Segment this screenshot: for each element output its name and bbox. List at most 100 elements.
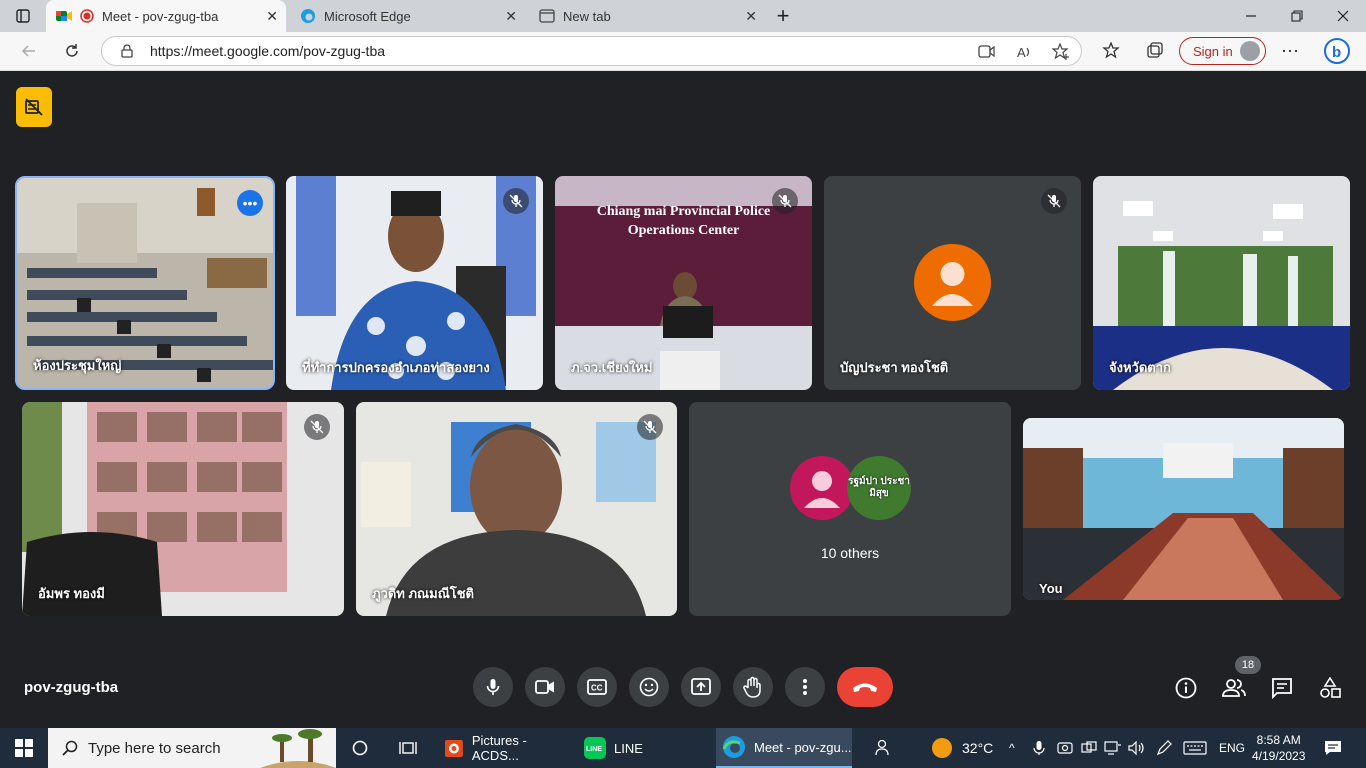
volume-tray-icon[interactable]	[1128, 728, 1146, 768]
tab-title: Meet - pov-zgug-tba	[102, 8, 219, 24]
start-button[interactable]	[0, 728, 48, 768]
participant-name: บัญประชา ทองโชติ	[840, 360, 949, 375]
edge-icon	[722, 736, 745, 758]
participant-tile-others[interactable]: รฐม์ปา ประชามิสุข 10 others	[689, 402, 1011, 616]
tab-meet[interactable]: Meet - pov-zgug-tba ✕	[46, 0, 286, 32]
app-label: LINE	[614, 740, 643, 756]
new-tab-button[interactable]: +	[760, 0, 806, 32]
browser-toolbar: https://meet.google.com/pov-zgug-tba A S…	[0, 32, 1366, 71]
back-icon[interactable]	[18, 40, 40, 62]
tab-new-tab[interactable]: New tab ✕	[529, 0, 765, 32]
mic-button[interactable]	[473, 667, 513, 707]
add-favorite-icon[interactable]	[1052, 43, 1070, 61]
recording-indicator-icon	[25, 98, 43, 116]
minimize-icon[interactable]	[1228, 0, 1274, 32]
close-tab-icon[interactable]: ✕	[745, 8, 757, 25]
taskbar-search[interactable]: Type here to search	[48, 728, 336, 768]
participant-count-badge: 18	[1235, 656, 1261, 674]
settings-more-icon[interactable]: ⋯	[1279, 40, 1301, 62]
touch-keyboard-icon[interactable]	[1183, 728, 1207, 768]
refresh-icon[interactable]	[61, 40, 83, 62]
people-tray-icon[interactable]	[874, 728, 892, 768]
close-tab-icon[interactable]: ✕	[266, 8, 278, 25]
taskbar-app-edge-meet[interactable]: Meet - pov-zgu...	[716, 728, 852, 768]
show-hidden-icons[interactable]: ^	[1009, 728, 1015, 768]
activities-button[interactable]	[1317, 675, 1343, 701]
collections-icon[interactable]	[1144, 40, 1166, 62]
cortana-button[interactable]	[345, 728, 375, 768]
participant-tile-chiang-mai-police[interactable]: Chiang mai Provincial Police Operations …	[555, 176, 812, 390]
participant-tile-tak-province[interactable]: จังหวัดตาก	[1093, 176, 1350, 390]
task-view-button[interactable]	[393, 728, 423, 768]
clock[interactable]: 8:58 AM 4/19/2023	[1252, 728, 1305, 768]
search-placeholder: Type here to search	[88, 739, 221, 757]
camera-tray-icon[interactable]	[1057, 728, 1073, 768]
bing-chat-icon[interactable]: b	[1322, 36, 1352, 66]
participant-tile-you[interactable]: You	[1023, 418, 1344, 600]
people-button[interactable]	[1220, 675, 1248, 701]
close-tab-icon[interactable]: ✕	[505, 8, 517, 25]
address-bar[interactable]: https://meet.google.com/pov-zgug-tba A	[101, 36, 1082, 66]
tab-title: New tab	[563, 8, 611, 24]
muted-mic-icon	[772, 188, 798, 214]
svg-text:b: b	[1332, 44, 1341, 61]
svg-text:CC: CC	[591, 684, 603, 693]
captions-button[interactable]: CC	[577, 667, 617, 707]
microphone-tray-icon[interactable]	[1033, 728, 1045, 768]
emoji-button[interactable]	[629, 667, 669, 707]
present-button[interactable]	[681, 667, 721, 707]
input-language[interactable]: ENG	[1219, 728, 1245, 768]
search-icon	[62, 740, 78, 756]
pen-tray-icon[interactable]	[1156, 728, 1172, 768]
participant-tile-meeting-room[interactable]: ••• ห้องประชุมใหญ่	[15, 176, 275, 390]
raise-hand-button[interactable]	[733, 667, 773, 707]
line-app-icon: LINE	[584, 737, 606, 759]
camera-permission-icon[interactable]	[978, 45, 995, 58]
more-options-icon	[803, 679, 807, 695]
meeting-code: pov-zgug-tba	[24, 679, 119, 696]
participant-name: You	[1039, 581, 1063, 596]
emoji-icon	[639, 677, 659, 697]
favorites-icon[interactable]	[1100, 40, 1122, 62]
sign-in-button[interactable]: Sign in	[1179, 37, 1266, 65]
network-tray-icon[interactable]	[1104, 728, 1122, 768]
weather-widget[interactable]: 32°C	[932, 728, 993, 768]
meeting-info-button[interactable]	[1173, 675, 1199, 701]
tab-title: Microsoft Edge	[324, 8, 411, 24]
video-feed-you	[1023, 418, 1344, 600]
mic-icon	[486, 679, 500, 695]
restore-icon[interactable]	[1274, 0, 1320, 32]
app-label: Pictures - ACDS...	[471, 733, 527, 763]
recording-badge[interactable]	[16, 87, 52, 127]
participant-tile-phuwadit[interactable]: ภูวดิท ภณมณีโชติ	[356, 402, 677, 616]
chat-button[interactable]	[1269, 675, 1295, 701]
notifications-icon[interactable]	[1324, 728, 1342, 768]
tab-microsoft-edge[interactable]: Microsoft Edge ✕	[290, 0, 525, 32]
close-window-icon[interactable]	[1320, 0, 1366, 32]
browser-tab-strip: Meet - pov-zgug-tba ✕ Microsoft Edge ✕ N…	[0, 0, 1366, 32]
windows-logo-icon	[15, 739, 33, 757]
raise-hand-icon	[743, 676, 761, 698]
sync-tray-icon[interactable]	[1081, 728, 1097, 768]
leave-call-button[interactable]	[837, 667, 893, 707]
more-options-icon[interactable]: •••	[237, 190, 263, 216]
acdsee-icon	[444, 740, 463, 757]
participant-tile-tha-song-yang[interactable]: ที่ทำการปกครองอำเภอท่าสองยาง	[286, 176, 543, 390]
recording-icon	[80, 9, 94, 23]
svg-text:LINE: LINE	[586, 746, 602, 753]
profile-avatar-icon	[1240, 41, 1260, 61]
participant-tile-amporn[interactable]: อัมพร ทองมี	[22, 402, 344, 616]
tab-actions-icon[interactable]	[0, 0, 46, 32]
camera-button[interactable]	[525, 667, 565, 707]
taskbar-app-line[interactable]: LINE LINE	[578, 728, 714, 768]
task-view-icon	[399, 742, 417, 754]
present-icon	[691, 678, 711, 695]
edge-icon	[301, 9, 315, 23]
url-text: https://meet.google.com/pov-zgug-tba	[150, 43, 386, 59]
read-aloud-icon[interactable]: A	[1016, 44, 1032, 60]
more-options-button[interactable]	[785, 667, 825, 707]
muted-mic-icon	[1041, 188, 1067, 214]
lock-icon[interactable]	[120, 44, 134, 58]
taskbar-app-acdsee[interactable]: Pictures - ACDS...	[436, 728, 576, 768]
participant-tile-banprachar[interactable]: บัญประชา ทองโชติ	[824, 176, 1081, 390]
